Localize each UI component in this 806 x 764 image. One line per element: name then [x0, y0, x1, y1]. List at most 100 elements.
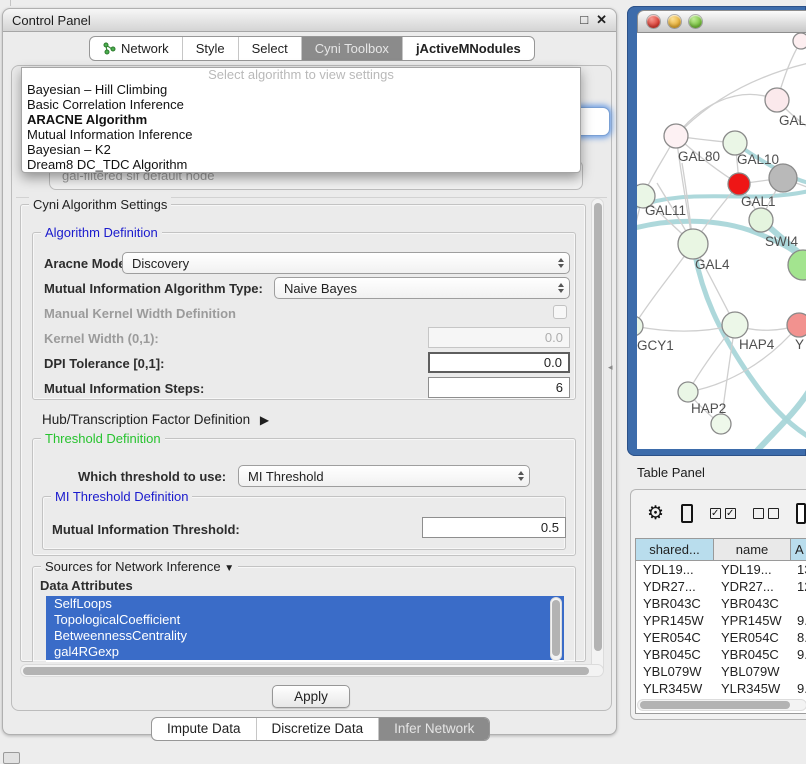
mi-algorithm-type-combobox[interactable]: Naive Bayes	[274, 277, 570, 299]
settings-horizontal-scrollbar[interactable]	[20, 664, 604, 677]
table-row[interactable]: YBR045CYBR045C9.	[636, 646, 806, 663]
table-row[interactable]: YBL079WYBL079W	[636, 663, 806, 680]
gear-icon[interactable]: ⚙	[647, 504, 664, 523]
mi-steps-label: Mutual Information Steps:	[44, 381, 204, 396]
control-panel-window: Control Panel □ ✕ Network Style Select C…	[2, 8, 617, 735]
network-canvas[interactable]: GAL GAL80 GAL10 GAL1 GAL11 SWI4 GAL4 GCY…	[637, 33, 806, 449]
tab-select[interactable]: Select	[238, 37, 301, 60]
manual-kernel-width-checkbox[interactable]	[553, 305, 567, 319]
node-hap4[interactable]	[722, 312, 748, 338]
menu-item[interactable]: ARACNE Algorithm	[22, 112, 580, 127]
minimize-traffic-light[interactable]	[668, 15, 681, 28]
list-item[interactable]: gal4RGexp	[46, 644, 564, 660]
network-window-titlebar[interactable]	[637, 10, 806, 33]
node[interactable]	[765, 88, 789, 112]
column-header-name[interactable]: name	[714, 539, 791, 560]
close-traffic-light[interactable]	[647, 15, 660, 28]
node[interactable]	[711, 414, 731, 434]
node[interactable]	[793, 33, 806, 49]
stepper-icon[interactable]	[552, 253, 569, 273]
top-edge-tick	[10, 0, 11, 6]
hub-section-toggle[interactable]: Hub/Transcription Factor Definition ▶	[42, 412, 269, 427]
node-label: GAL80	[678, 149, 720, 164]
tab-infer-network[interactable]: Infer Network	[378, 718, 489, 740]
select-all-icon[interactable]: ✓ ✓	[710, 508, 736, 519]
node-label: GAL10	[737, 152, 779, 167]
node-label: SWI4	[765, 234, 798, 249]
node-label: HAP4	[739, 337, 775, 352]
cyni-algorithm-settings-title: Cyni Algorithm Settings	[29, 197, 171, 212]
node[interactable]	[769, 164, 797, 192]
node[interactable]	[787, 313, 806, 337]
table-row[interactable]: YDR27...YDR27...12	[636, 578, 806, 595]
zoom-traffic-light[interactable]	[689, 15, 702, 28]
which-threshold-label: Which threshold to use:	[78, 469, 226, 484]
node-label: GAL11	[645, 203, 686, 218]
node-gal4[interactable]	[678, 229, 708, 259]
table-panel-title: Table Panel	[637, 465, 705, 480]
node[interactable]	[788, 250, 806, 280]
settings-vertical-scrollbar[interactable]	[591, 198, 604, 676]
node-gal80[interactable]	[664, 124, 688, 148]
list-item[interactable]: BetweennessCentrality	[46, 628, 564, 644]
stepper-icon[interactable]	[512, 466, 529, 486]
tab-style[interactable]: Style	[182, 37, 238, 60]
tab-network[interactable]: Network	[90, 37, 182, 60]
node-label: GCY1	[637, 338, 674, 353]
node-label: GAL4	[695, 257, 730, 272]
algorithm-definition-title: Algorithm Definition	[41, 225, 162, 240]
table-row[interactable]: YDL19...YDL19...13	[636, 561, 806, 578]
tab-discretize-data[interactable]: Discretize Data	[256, 718, 379, 740]
table-horizontal-scrollbar[interactable]	[637, 699, 806, 711]
dpi-tolerance-label: DPI Tolerance [0,1]:	[44, 356, 164, 371]
kernel-width-field[interactable]: 0.0	[428, 327, 570, 348]
which-threshold-combobox[interactable]: MI Threshold	[238, 465, 530, 487]
node-table: shared... name A YDL19...YDL19...13 YDR2…	[635, 538, 806, 714]
node-swi4[interactable]	[749, 208, 773, 232]
tab-impute-data[interactable]: Impute Data	[152, 718, 256, 740]
sources-toggle[interactable]: Sources for Network Inference ▼	[41, 559, 238, 574]
mi-algorithm-type-label: Mutual Information Algorithm Type:	[44, 281, 263, 296]
mi-threshold-field[interactable]: 0.5	[422, 517, 566, 538]
close-icon[interactable]: ✕	[596, 12, 607, 28]
aracne-mode-combobox[interactable]: Discovery	[122, 252, 570, 274]
column-header-shared[interactable]: shared...	[636, 539, 714, 560]
data-attributes-list: SelfLoops TopologicalCoefficient Between…	[46, 596, 564, 662]
menu-item[interactable]: Dream8 DC_TDC Algorithm	[22, 157, 580, 172]
node-gcy1[interactable]	[637, 316, 643, 336]
threshold-definition-title: Threshold Definition	[41, 431, 165, 446]
table-header: shared... name A	[636, 539, 806, 561]
algorithm-dropdown-popup: Select algorithm to view settings Bayesi…	[21, 67, 581, 173]
list-vertical-scrollbar[interactable]	[550, 597, 562, 661]
menu-item[interactable]: Bayesian – K2	[22, 142, 580, 157]
menu-item[interactable]: Bayesian – Hill Climbing	[22, 82, 580, 97]
column-header-partial[interactable]: A	[791, 539, 806, 560]
table-row[interactable]: YBR043CYBR043C	[636, 595, 806, 612]
stepper-icon[interactable]	[552, 278, 569, 298]
table-row[interactable]: YLR345WYLR345W9.	[636, 680, 806, 697]
apply-button[interactable]: Apply	[272, 685, 350, 708]
splitter-collapse-icon[interactable]: ◂	[608, 362, 613, 373]
mi-steps-field[interactable]: 6	[428, 377, 570, 398]
tab-jactivemnodules[interactable]: jActiveMNodules	[402, 37, 534, 60]
collapsed-arrow-icon: ▶	[260, 413, 269, 427]
node-gal1[interactable]	[728, 173, 750, 195]
table-row[interactable]: YPR145WYPR145W9.	[636, 612, 806, 629]
new-table-icon[interactable]	[796, 503, 806, 524]
network-node-labels: GAL GAL80 GAL10 GAL1 GAL11 SWI4 GAL4 GCY…	[637, 113, 806, 416]
network-view-frame: GAL GAL80 GAL10 GAL1 GAL11 SWI4 GAL4 GCY…	[627, 6, 806, 456]
tab-cyni-toolbox[interactable]: Cyni Toolbox	[301, 37, 402, 60]
split-columns-icon[interactable]	[681, 504, 693, 523]
table-panel-toolbar: ⚙ ✓ ✓	[631, 490, 806, 536]
table-row[interactable]: YER054CYER054C8.	[636, 629, 806, 646]
node-hap2[interactable]	[678, 382, 698, 402]
menu-item[interactable]: Mutual Information Inference	[22, 127, 580, 142]
maximize-icon[interactable]: □	[580, 12, 588, 28]
control-panel-tabbar: Network Style Select Cyni Toolbox jActiv…	[89, 36, 535, 61]
menu-item[interactable]: Basic Correlation Inference	[22, 97, 580, 112]
deselect-all-icon[interactable]	[753, 508, 779, 519]
list-item[interactable]: SelfLoops	[46, 596, 564, 612]
dpi-tolerance-field[interactable]: 0.0	[428, 352, 570, 373]
expanded-arrow-icon: ▼	[224, 563, 234, 574]
list-item[interactable]: TopologicalCoefficient	[46, 612, 564, 628]
